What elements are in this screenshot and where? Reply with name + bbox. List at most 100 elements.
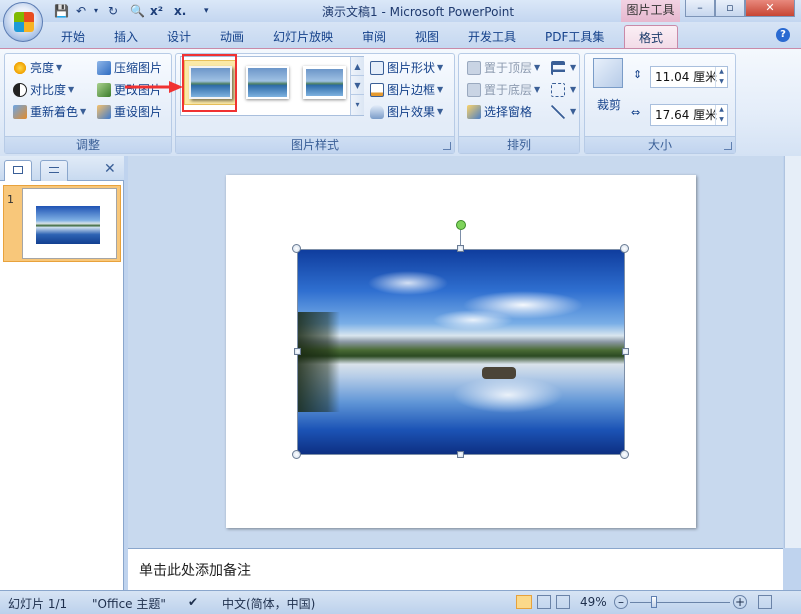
vertical-scrollbar[interactable]	[784, 156, 801, 548]
brightness-label: 亮度	[30, 61, 55, 75]
spellcheck-icon[interactable]: ✔	[188, 595, 198, 609]
picture-style-2[interactable]	[246, 66, 289, 99]
rotation-handle[interactable]	[456, 220, 466, 230]
slides-tab[interactable]	[4, 160, 32, 181]
height-input[interactable]: 11.04 厘米 ▲ ▼	[650, 66, 728, 88]
contrast-button[interactable]: 对比度 ▼	[13, 80, 74, 100]
gallery-up-icon[interactable]: ▲	[351, 57, 364, 76]
resize-handle-nw[interactable]	[292, 244, 301, 253]
maximize-button[interactable]: ▫	[715, 0, 745, 17]
bring-to-front-label: 置于顶层	[484, 61, 533, 75]
close-button[interactable]: ✕	[745, 0, 795, 17]
height-spinner[interactable]: ▲ ▼	[715, 67, 727, 87]
save-icon[interactable]: 💾	[54, 3, 69, 19]
recolor-icon	[13, 105, 27, 119]
size-group-label: 大小	[585, 136, 735, 153]
tab-developer[interactable]: 开发工具	[468, 25, 516, 49]
pane-tabs: ✕	[0, 156, 124, 181]
redo-icon[interactable]: ↻	[108, 3, 118, 19]
zoom-out-icon[interactable]: –	[614, 595, 628, 609]
pointer-arrow-icon	[125, 81, 183, 93]
picture-effects-button[interactable]: 图片效果 ▼	[370, 102, 443, 122]
resize-handle-s[interactable]	[457, 451, 464, 458]
arrange-group-label: 排列	[459, 136, 579, 153]
picture-effects-label: 图片效果	[387, 105, 436, 119]
outline-tab[interactable]	[40, 160, 68, 181]
zoom-level[interactable]: 49%	[580, 595, 607, 609]
theme-name: "Office 主题"	[92, 597, 166, 611]
shape-icon	[370, 61, 384, 75]
group-button[interactable]: ▼	[551, 80, 576, 100]
tab-pdf-tools[interactable]: PDF工具集	[545, 25, 604, 49]
width-input[interactable]: 17.64 厘米 ▲ ▼	[650, 104, 728, 126]
adjust-group-label: 调整	[5, 136, 171, 153]
effects-icon	[370, 105, 384, 119]
brightness-button[interactable]: 亮度 ▼	[13, 58, 62, 78]
tab-insert[interactable]: 插入	[114, 25, 138, 49]
help-icon[interactable]: ?	[776, 28, 790, 42]
slide-count: 幻灯片 1/1	[8, 597, 68, 611]
reset-picture-label: 重设图片	[114, 105, 163, 119]
picture-tools-header: 图片工具	[621, 0, 680, 22]
recolor-button[interactable]: 重新着色 ▼	[13, 102, 86, 122]
pencil-icon	[370, 83, 384, 97]
picture-border-button[interactable]: 图片边框 ▼	[370, 80, 443, 100]
picture-styles-group-label: 图片样式	[176, 136, 454, 153]
contrast-icon	[13, 83, 27, 97]
window-title: 演示文稿1 - Microsoft PowerPoint	[322, 5, 515, 19]
gallery-more-icon[interactable]: ▾	[351, 95, 364, 114]
resize-handle-se[interactable]	[620, 450, 629, 459]
fit-to-window-icon[interactable]	[758, 595, 772, 609]
crop-icon[interactable]	[593, 58, 623, 88]
undo-dropdown-icon[interactable]: ▾	[94, 3, 98, 19]
minimize-button[interactable]: –	[685, 0, 715, 17]
picture-style-3[interactable]	[303, 66, 346, 99]
normal-view-icon[interactable]	[516, 595, 532, 609]
tab-view[interactable]: 视图	[415, 25, 439, 49]
align-button[interactable]: ▼	[551, 58, 576, 78]
reset-picture-button[interactable]: 重设图片	[97, 102, 162, 122]
customize-qat-icon[interactable]: ▾	[204, 3, 209, 19]
rotate-button[interactable]: ▼	[551, 102, 576, 122]
picture-shape-button[interactable]: 图片形状 ▼	[370, 58, 443, 78]
office-button[interactable]	[3, 2, 43, 42]
slide-sorter-icon[interactable]	[537, 595, 551, 609]
size-group: 裁剪 ⇕ 11.04 厘米 ▲ ▼ ⇔ 17.64 厘米 ▲ ▼ 大小	[584, 53, 736, 154]
send-to-back-button[interactable]: 置于底层 ▼	[467, 80, 540, 100]
tab-review[interactable]: 审阅	[362, 25, 386, 49]
status-bar: 幻灯片 1/1 "Office 主题" ✔ 中文(简体，中国) 49% – +	[0, 590, 801, 614]
gallery-scroll[interactable]: ▲ ▼ ▾	[350, 57, 364, 115]
width-icon: ⇔	[631, 106, 641, 119]
tab-home[interactable]: 开始	[61, 25, 85, 49]
gallery-down-icon[interactable]: ▼	[351, 76, 364, 95]
slide-number: 1	[7, 193, 14, 206]
superscript-icon[interactable]: x²	[150, 3, 163, 19]
undo-icon[interactable]: ↶	[76, 3, 86, 19]
bring-to-front-button[interactable]: 置于顶层 ▼	[467, 58, 540, 78]
selection-pane-icon	[467, 105, 481, 119]
resize-handle-n[interactable]	[457, 245, 464, 252]
resize-handle-sw[interactable]	[292, 450, 301, 459]
width-spinner[interactable]: ▲ ▼	[715, 105, 727, 125]
slide-thumbnail[interactable]	[22, 188, 117, 259]
zoom-slider-knob[interactable]	[651, 596, 657, 608]
tab-design[interactable]: 设计	[167, 25, 191, 49]
resize-handle-e[interactable]	[622, 348, 629, 355]
compress-pictures-button[interactable]: 压缩图片	[97, 58, 162, 78]
crop-label[interactable]: 裁剪	[597, 96, 621, 113]
notes-pane[interactable]: 单击此处添加备注	[128, 548, 783, 590]
print-preview-icon[interactable]: 🔍	[130, 3, 145, 19]
tab-animation[interactable]: 动画	[220, 25, 244, 49]
resize-handle-ne[interactable]	[620, 244, 629, 253]
close-pane-icon[interactable]: ✕	[104, 161, 116, 177]
zoom-slider[interactable]	[630, 602, 730, 603]
arrange-group: 置于顶层 ▼ 置于底层 ▼ 选择窗格 ▼ ▼ ▼ 排列	[458, 53, 580, 154]
resize-handle-w[interactable]	[294, 348, 301, 355]
subscript-icon[interactable]: x.	[174, 3, 186, 19]
slideshow-view-icon[interactable]	[556, 595, 570, 609]
zoom-in-icon[interactable]: +	[733, 595, 747, 609]
tab-slideshow[interactable]: 幻灯片放映	[273, 25, 333, 49]
tab-format[interactable]: 格式	[624, 25, 678, 49]
rotate-icon	[551, 105, 565, 119]
selection-pane-button[interactable]: 选择窗格	[467, 102, 532, 122]
